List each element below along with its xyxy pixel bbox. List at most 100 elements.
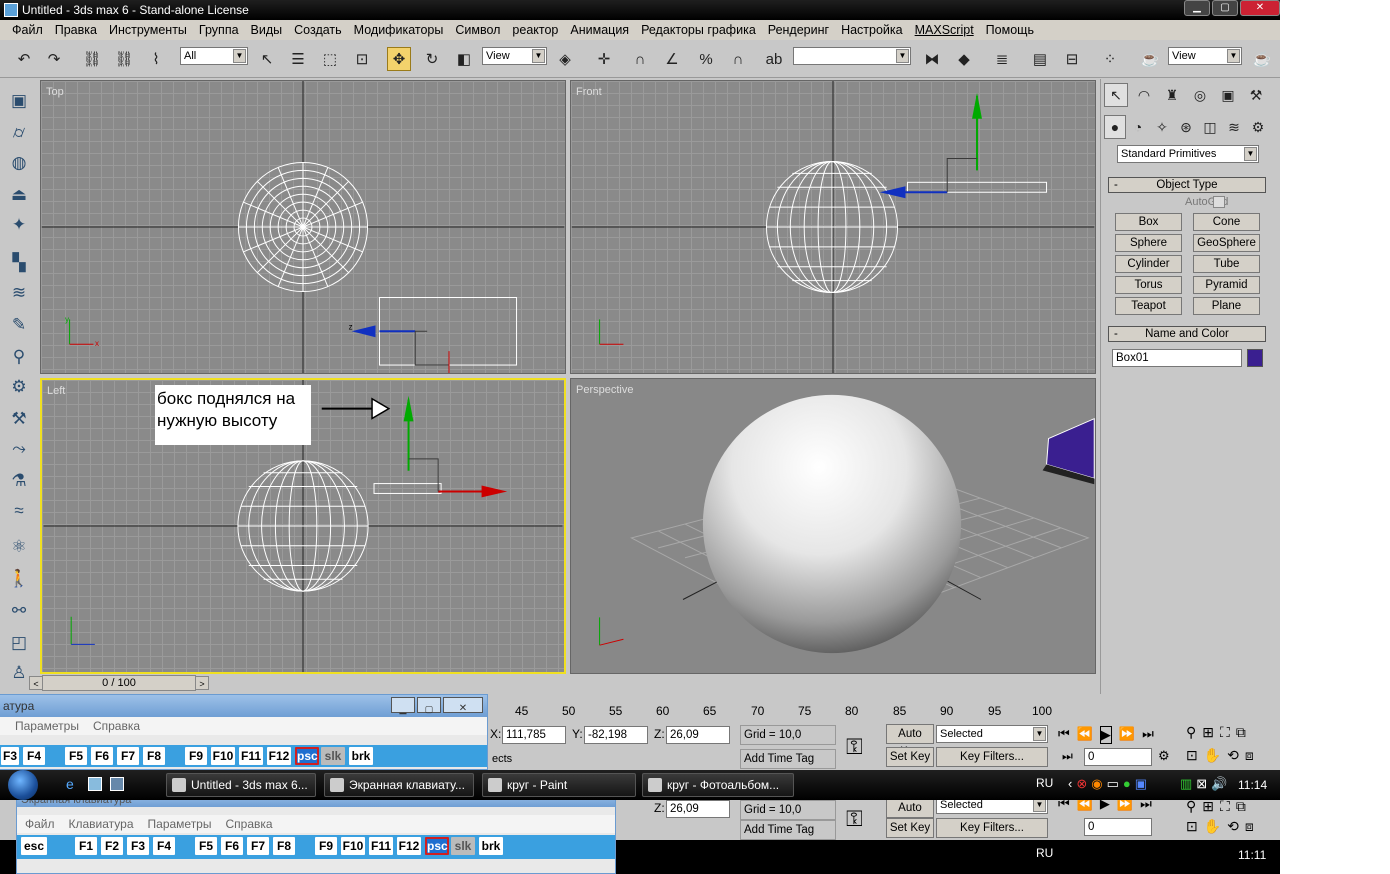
render-scene-icon[interactable]: ☕ <box>1138 47 1162 71</box>
set-key-button[interactable]: Set Key <box>886 747 934 767</box>
select-object-icon[interactable]: ↖ <box>255 47 279 71</box>
cameras-icon[interactable]: ⊛ <box>1174 115 1198 139</box>
object-color-swatch[interactable] <box>1247 349 1263 367</box>
spacewarp-tool-icon[interactable]: ⤳ <box>7 437 31 461</box>
auto-key-button[interactable]: Auto Key <box>886 724 934 758</box>
systems-icon[interactable]: ⚙ <box>1246 115 1270 139</box>
cone-button[interactable]: Cone <box>1193 213 1260 231</box>
task-onscreen-keyboard[interactable]: Экранная клавиату... <box>324 773 474 797</box>
box-tool-icon[interactable]: ▣ <box>7 89 31 113</box>
start-button[interactable] <box>8 770 38 800</box>
zoom-extents-icon[interactable]: ⛶ <box>1220 724 1230 741</box>
key-brk[interactable]: brk <box>349 747 373 765</box>
reactor-tool-icon[interactable]: ⚛ <box>7 535 31 559</box>
camera-tool-icon[interactable]: ◰ <box>7 631 31 655</box>
menu-rendering[interactable]: Рендеринг <box>762 23 835 37</box>
prev-frame-icon[interactable]: < <box>29 676 43 690</box>
manipulate-icon[interactable]: ✛ <box>592 47 616 71</box>
prev-key-icon[interactable]: ⏪ <box>1077 726 1093 744</box>
next-frame-icon[interactable]: > <box>195 676 209 690</box>
key-f3[interactable]: F3 <box>1 747 19 765</box>
pan-icon[interactable]: ✋ <box>1204 747 1221 764</box>
add-time-tag[interactable]: Add Time Tag <box>740 749 836 769</box>
menu-group[interactable]: Группа <box>193 23 245 37</box>
selected-dropdown[interactable]: Selected ▼ <box>936 725 1048 743</box>
task-paint[interactable]: круг - Paint <box>482 773 636 797</box>
render-view-dropdown[interactable]: View ▼ <box>1168 47 1242 65</box>
modifier-tool-icon[interactable]: ⚗ <box>7 469 31 493</box>
menu-edit[interactable]: Правка <box>49 23 103 37</box>
zoom-icon[interactable]: ⚲ <box>1186 724 1196 741</box>
menu-modifiers[interactable]: Модификаторы <box>348 23 450 37</box>
utilities-tab-icon[interactable]: ⚒ <box>1244 83 1268 107</box>
spinner-snap-icon[interactable]: ∩ <box>726 47 750 71</box>
menu-file[interactable]: Файл <box>6 23 49 37</box>
tray-security-icon[interactable]: ⊗ <box>1076 776 1087 792</box>
next-key-icon[interactable]: ⏩ <box>1119 726 1135 744</box>
key-f9[interactable]: F9 <box>185 747 207 765</box>
hierarchy-tab-icon[interactable]: ♜ <box>1160 83 1184 107</box>
tray-expand-icon[interactable]: ‹ <box>1068 776 1072 792</box>
show-desktop-icon[interactable] <box>88 777 102 791</box>
tray-network-icon[interactable]: ⊠ <box>1196 776 1207 792</box>
rect-region-icon[interactable]: ⬚ <box>318 47 342 71</box>
tray-volume-icon[interactable]: 🔊 <box>1211 776 1227 792</box>
modify-tab-icon[interactable]: ◠ <box>1132 83 1156 107</box>
menu-reactor[interactable]: реактор <box>506 23 564 37</box>
goto-end-icon[interactable]: ⏭ <box>1142 726 1154 744</box>
select-link-icon[interactable]: ⛓ <box>80 47 104 71</box>
object-type-rollout[interactable]: - Object Type <box>1108 177 1266 193</box>
menu-graph-editors[interactable]: Редакторы графика <box>635 23 762 37</box>
geosphere-button[interactable]: GeoSphere <box>1193 234 1260 252</box>
maximize-viewport-icon[interactable]: ⧈ <box>1245 747 1254 764</box>
schematic-view-icon[interactable]: ⊟ <box>1060 47 1084 71</box>
task-3dsmax[interactable]: Untitled - 3ds max 6... <box>166 773 316 797</box>
clock[interactable]: 11:14 <box>1238 778 1267 792</box>
redo-icon[interactable]: ↷ <box>42 47 66 71</box>
ie-icon[interactable]: e <box>66 776 74 792</box>
named-selection-dropdown[interactable]: ▼ <box>793 47 911 65</box>
unlink-icon[interactable]: ⛓ <box>112 47 136 71</box>
kb-minimize-button[interactable]: ▁ <box>391 697 415 714</box>
maximize-button[interactable]: ▢ <box>1212 0 1238 16</box>
spacewarps-icon[interactable]: ≋ <box>1222 115 1246 139</box>
layer-manager-icon[interactable]: ≣ <box>990 47 1014 71</box>
close-button[interactable]: ✕ <box>1240 0 1280 16</box>
kb-menu-params[interactable]: Параметры <box>15 717 79 735</box>
key-f10[interactable]: F10 <box>211 747 235 765</box>
lights-icon[interactable]: ✧ <box>1150 115 1174 139</box>
move-icon[interactable]: ✥ <box>387 47 411 71</box>
key-f4[interactable]: F4 <box>23 747 45 765</box>
window-crossing-icon[interactable]: ⊡ <box>350 47 374 71</box>
display-tab-icon[interactable]: ▣ <box>1216 83 1240 107</box>
menu-customize[interactable]: Настройка <box>835 23 909 37</box>
kb-close-button[interactable]: ✕ <box>443 697 483 714</box>
edit-named-sel-icon[interactable]: ab <box>762 47 786 71</box>
kb-maximize-button[interactable]: ▢ <box>417 697 441 714</box>
helper-tool-icon[interactable]: ⚒ <box>7 407 31 431</box>
orbit-icon[interactable]: ⟲ <box>1227 747 1239 764</box>
key-f8[interactable]: F8 <box>143 747 165 765</box>
quick-render-icon[interactable]: ☕ <box>1250 47 1274 71</box>
name-color-rollout[interactable]: - Name and Color <box>1108 326 1266 342</box>
viewport-label[interactable]: Top <box>46 86 64 98</box>
material-editor-icon[interactable]: ⁘ <box>1098 47 1122 71</box>
tray-app-icon[interactable]: ◉ <box>1091 776 1102 792</box>
sphere-tool-icon[interactable]: ◍ <box>7 151 31 175</box>
helpers-icon[interactable]: ◫ <box>1198 115 1222 139</box>
geometry-icon[interactable]: ● <box>1104 115 1126 139</box>
x-coord-input[interactable]: 111,785 <box>502 726 566 744</box>
z-coord-input[interactable]: 26,09 <box>666 726 730 744</box>
tray-monitor-icon[interactable]: ▭ <box>1107 776 1119 792</box>
viewport-perspective[interactable]: Perspective <box>570 378 1096 674</box>
category-dropdown[interactable]: Standard Primitives ▼ <box>1117 145 1259 163</box>
key-f6[interactable]: F6 <box>91 747 113 765</box>
key-f7[interactable]: F7 <box>117 747 139 765</box>
menu-animation[interactable]: Анимация <box>564 23 635 37</box>
viewport-front[interactable]: Front <box>570 80 1096 374</box>
plane-button[interactable]: Plane <box>1193 297 1260 315</box>
key-slk[interactable]: slk <box>321 747 345 765</box>
shapes-icon[interactable]: ◔ <box>1126 115 1150 139</box>
track-view-icon[interactable]: ▤ <box>1028 47 1052 71</box>
pivot-center-icon[interactable]: ◈ <box>553 47 577 71</box>
